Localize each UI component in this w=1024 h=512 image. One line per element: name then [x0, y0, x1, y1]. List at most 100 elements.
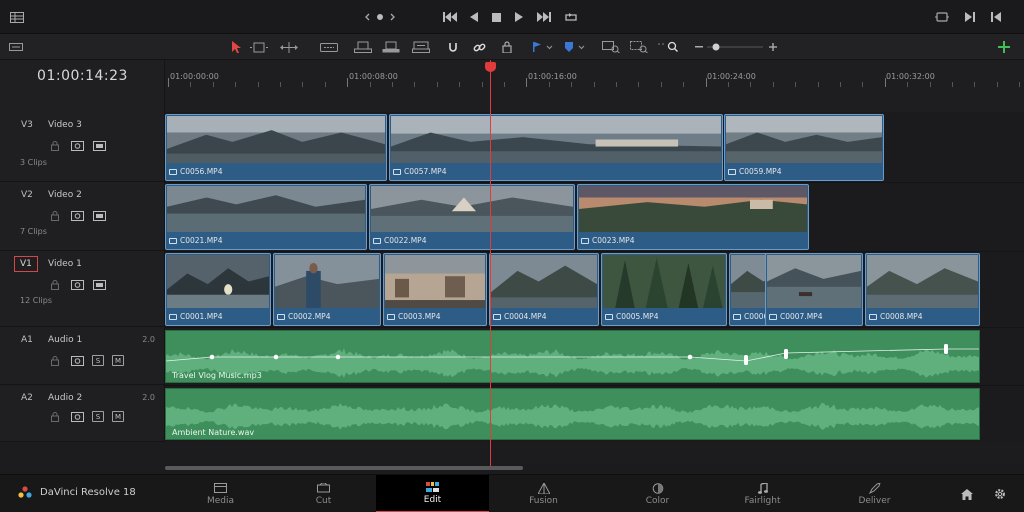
ruler-tick: [683, 82, 685, 87]
auto-select-icon[interactable]: [70, 210, 84, 221]
flag-icon[interactable]: [530, 34, 556, 60]
timeline-horizontal-scrollbar[interactable]: [165, 464, 1024, 472]
video-clip[interactable]: C0059.MP4: [724, 114, 884, 181]
play-reverse-icon[interactable]: [466, 0, 482, 34]
clip-thumbnail: [867, 255, 978, 308]
play-icon[interactable]: [511, 0, 527, 34]
dynamic-trim-icon[interactable]: [278, 34, 300, 60]
home-icon[interactable]: [957, 477, 977, 511]
disable-video-track-icon[interactable]: [92, 279, 106, 290]
page-edit[interactable]: Edit: [376, 475, 489, 512]
track-header-a1[interactable]: A1 Audio 1 2.0 S M: [0, 327, 165, 385]
scrollbar-thumb[interactable]: [165, 466, 523, 470]
timecode-panel: 01:00:14:23: [0, 60, 165, 112]
layout-icon[interactable]: [6, 0, 28, 34]
page-label: Fairlight: [744, 496, 781, 506]
zoom-in-icon[interactable]: [764, 34, 782, 60]
audio-clip[interactable]: Ambient Nature.wav: [165, 388, 980, 440]
video-clip[interactable]: C0004.MP4: [489, 253, 599, 326]
add-track-icon[interactable]: [994, 34, 1014, 60]
media-icon: [214, 482, 227, 494]
track-header-v2[interactable]: V2 Video 2 7 Clips: [0, 182, 165, 251]
page-color[interactable]: Color: [601, 475, 714, 512]
solo-button[interactable]: S: [92, 411, 104, 422]
audio-clip[interactable]: Travel Vlog Music.mp3: [165, 330, 980, 383]
music-note-icon: [757, 482, 768, 494]
loop-icon[interactable]: [560, 0, 582, 34]
marker-icon[interactable]: [562, 34, 588, 60]
playhead-handle[interactable]: [485, 62, 496, 72]
video-clip[interactable]: C0001.MP4: [165, 253, 271, 326]
lock-track-icon[interactable]: [48, 140, 62, 151]
destination-track-id[interactable]: V1: [14, 256, 38, 272]
zoom-slider[interactable]: [706, 34, 764, 60]
page-media[interactable]: Media: [164, 475, 277, 512]
clip-name: C0002.MP4: [288, 312, 331, 321]
track-name[interactable]: Video 1: [48, 259, 82, 269]
go-to-end-icon[interactable]: [534, 0, 554, 34]
blade-tool-icon[interactable]: [318, 34, 340, 60]
solo-button[interactable]: S: [92, 355, 104, 366]
linked-selection-icon[interactable]: [470, 34, 488, 60]
video-clip[interactable]: C0022.MP4: [369, 184, 575, 250]
lock-track-icon[interactable]: [48, 411, 62, 422]
selection-tool-icon[interactable]: [228, 34, 244, 60]
davinci-logo-icon: [18, 486, 32, 498]
auto-select-icon[interactable]: [70, 140, 84, 151]
video-clip[interactable]: C0057.MP4: [389, 114, 723, 181]
ruler-tick: [168, 78, 169, 87]
auto-select-icon[interactable]: [70, 355, 84, 366]
full-zoom-icon[interactable]: [600, 34, 622, 60]
mute-button[interactable]: M: [112, 411, 124, 422]
track-header-v3[interactable]: V3 Video 3 3 Clips: [0, 112, 165, 182]
position-lock-icon[interactable]: [498, 34, 516, 60]
playhead[interactable]: [490, 60, 491, 466]
video-clip[interactable]: C0021.MP4: [165, 184, 367, 250]
viewer-mode-icon[interactable]: [932, 0, 952, 34]
track-name[interactable]: Video 3: [48, 120, 82, 130]
stop-icon[interactable]: [488, 0, 504, 34]
clip-nav-dots-icon[interactable]: [362, 0, 398, 34]
page-fusion[interactable]: Fusion: [487, 475, 600, 512]
ruler-tick: [414, 82, 416, 87]
track-name[interactable]: Video 2: [48, 190, 82, 200]
detail-zoom-icon[interactable]: [628, 34, 650, 60]
video-clip[interactable]: C0008.MP4: [865, 253, 980, 326]
lock-track-icon[interactable]: [48, 355, 62, 366]
lock-track-icon[interactable]: [48, 210, 62, 221]
page-fairlight[interactable]: Fairlight: [706, 475, 819, 512]
track-header-a2[interactable]: A2 Audio 2 2.0 S M: [0, 385, 165, 442]
clip-name: C0004.MP4: [504, 312, 547, 321]
next-frame-icon[interactable]: [960, 0, 980, 34]
custom-zoom-icon[interactable]: [654, 34, 682, 60]
video-clip[interactable]: C0056.MP4: [165, 114, 387, 181]
page-cut[interactable]: Cut: [267, 475, 380, 512]
video-clip[interactable]: C0002.MP4: [273, 253, 381, 326]
video-clip[interactable]: C0005.MP4: [601, 253, 727, 326]
previous-frame-icon[interactable]: [986, 0, 1006, 34]
timeline-ruler[interactable]: 01:00:00:00 01:00:08:00 01:00:16:00 01:0…: [165, 60, 1024, 112]
mute-button[interactable]: M: [112, 355, 124, 366]
snapping-icon[interactable]: [444, 34, 462, 60]
disable-video-track-icon[interactable]: [92, 210, 106, 221]
insert-clip-icon[interactable]: [352, 34, 374, 60]
auto-select-icon[interactable]: [70, 279, 84, 290]
track-name[interactable]: Audio 1: [48, 335, 82, 345]
track-header-v1[interactable]: V1 Video 1 12 Clips: [0, 251, 165, 327]
replace-clip-icon[interactable]: [410, 34, 432, 60]
timeline-view-options-icon[interactable]: [6, 34, 26, 60]
overwrite-clip-icon[interactable]: [380, 34, 402, 60]
video-clip[interactable]: C0003.MP4: [383, 253, 487, 326]
go-to-start-icon[interactable]: [440, 0, 460, 34]
auto-select-icon[interactable]: [70, 411, 84, 422]
disable-video-track-icon[interactable]: [92, 140, 106, 151]
lock-track-icon[interactable]: [48, 279, 62, 290]
page-deliver[interactable]: Deliver: [818, 475, 931, 512]
current-timecode[interactable]: 01:00:14:23: [0, 68, 165, 84]
trim-tool-icon[interactable]: [248, 34, 270, 60]
track-name[interactable]: Audio 2: [48, 393, 82, 403]
timeline-lanes[interactable]: C0056.MP4 C0057.MP4 C0059.MP4 C0021.MP4 …: [165, 112, 1024, 442]
video-clip[interactable]: C0007.MP4: [765, 253, 863, 326]
video-clip[interactable]: C0023.MP4: [577, 184, 809, 250]
gear-icon[interactable]: [990, 477, 1010, 511]
